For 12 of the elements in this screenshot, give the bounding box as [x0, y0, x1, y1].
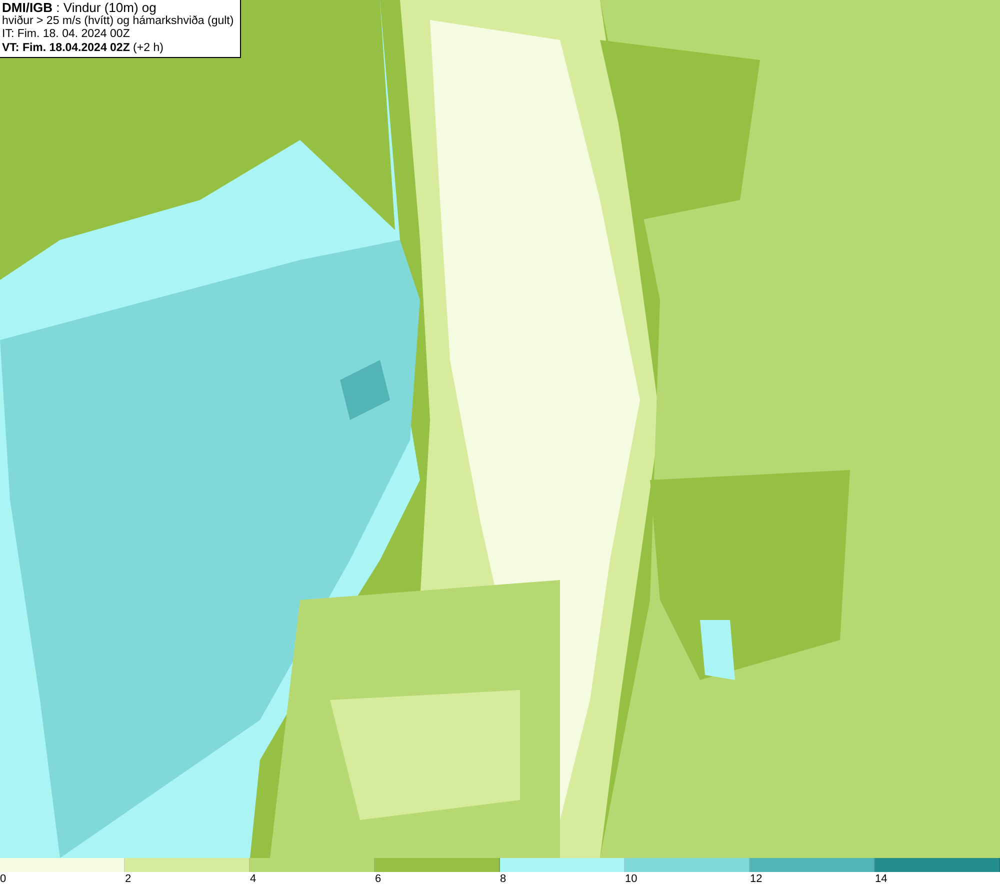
legend-label: 4 — [250, 872, 256, 887]
header-text-line: IT: Fim. 18. 04. 2024 00Z — [2, 28, 130, 42]
legend-label: 6 — [375, 872, 382, 887]
legend-label: 2 — [125, 872, 132, 887]
legend-label: 14 — [875, 872, 888, 887]
legend-label: 0 — [0, 872, 6, 887]
legend-label: 8 — [500, 872, 506, 887]
legend-label: 10 — [625, 872, 638, 887]
header-text-line: hviður > 25 m/s (hvítt) og hámarkshviða (gult) — [2, 14, 234, 28]
legend-label: 12 — [750, 872, 762, 887]
header-text-line: VT: Fim. 18.04.2024 02Z (+2 h) — [2, 42, 164, 55]
header-text-line: DMI/IGB : Vindur (10m) og — [2, 1, 156, 14]
